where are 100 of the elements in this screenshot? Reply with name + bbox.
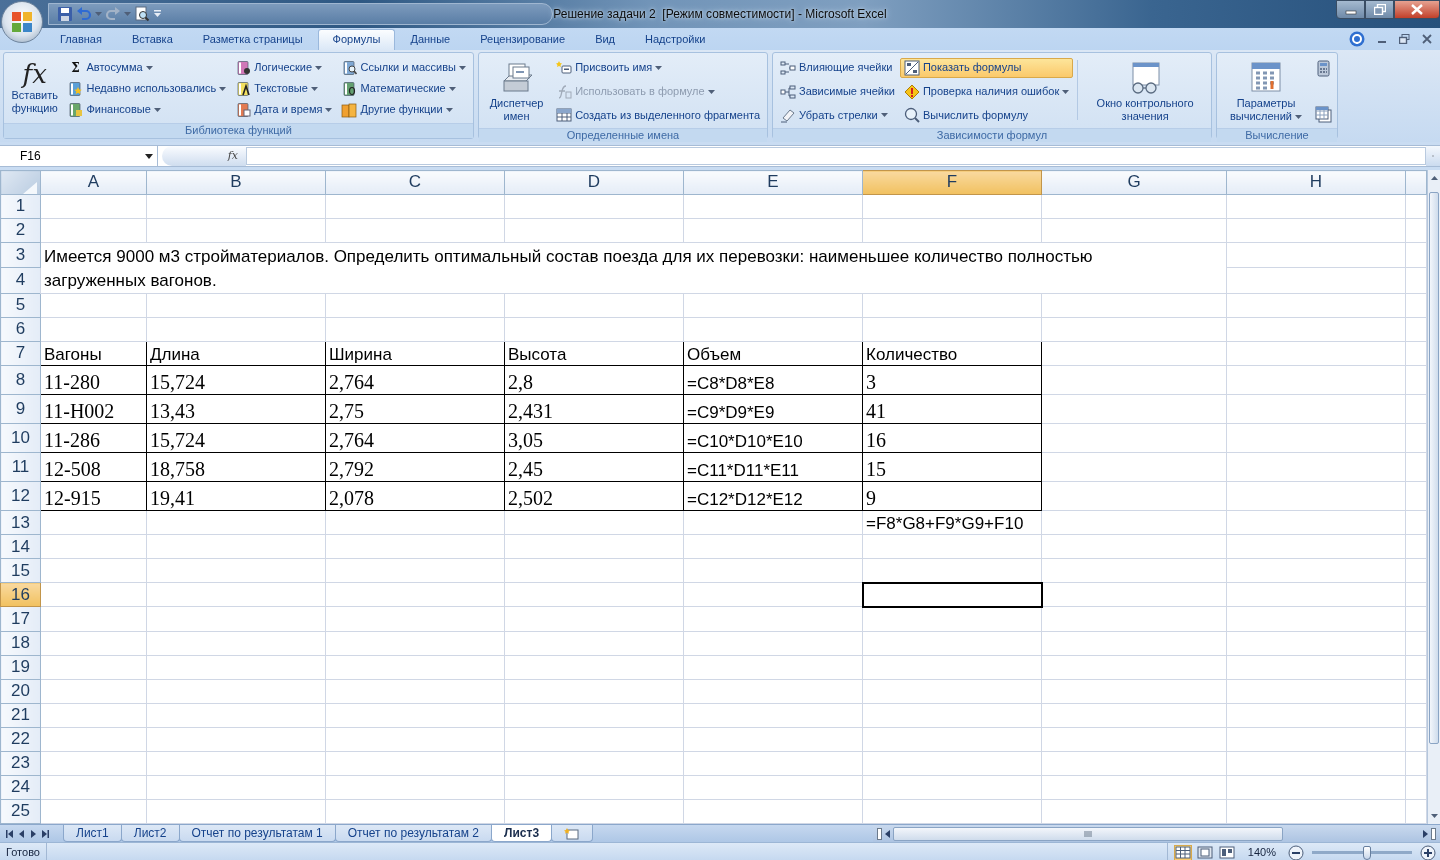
customize-caret-icon[interactable]	[153, 10, 162, 18]
ribbon-tab[interactable]: Надстройки	[630, 28, 721, 50]
table-cell: =C10*D10*E10	[683, 423, 863, 453]
left-arrow-icon[interactable]	[885, 829, 891, 838]
zoom-level[interactable]: 140%	[1247, 845, 1276, 860]
ribbon-tab[interactable]: Рецензирование	[465, 28, 581, 50]
ribbon-tab[interactable]: Вид	[580, 28, 631, 50]
insert-function-button[interactable]: fx	[162, 146, 246, 166]
ribbon-button[interactable]: Σ Автосумма	[63, 58, 231, 78]
office-logo-icon	[10, 10, 34, 34]
next-sheet-icon[interactable]	[30, 829, 37, 838]
ribbon-tab[interactable]: Главная	[45, 28, 117, 50]
table-cell: 2,8	[504, 365, 684, 395]
insert-sheet-button[interactable]	[551, 825, 594, 842]
close-icon	[1411, 4, 1423, 15]
book-icon	[341, 81, 358, 97]
table-cell: Объем	[683, 341, 863, 366]
row-header: 19	[0, 655, 41, 680]
table-cell: 13,43	[146, 394, 326, 424]
view-button[interactable]	[1217, 844, 1236, 860]
ribbon-button[interactable]: Показать формулы	[899, 58, 1074, 78]
table-cell: 12-508	[40, 452, 147, 482]
ribbon-button[interactable]: Другие функции	[337, 100, 470, 120]
ribbon-button[interactable]: Зависимые ячейки	[776, 81, 899, 102]
ribbon-button[interactable]: Недавно использовались	[63, 79, 231, 99]
split-handle-icon[interactable]	[1431, 827, 1436, 840]
row-header: 21	[0, 703, 41, 728]
ribbon-button[interactable]: Дата и время	[231, 100, 337, 120]
column-header: H	[1226, 170, 1406, 195]
ribbon-button[interactable]: Вычислить формулу	[899, 105, 1074, 126]
minimize-button[interactable]	[1336, 0, 1365, 19]
first-sheet-icon[interactable]	[6, 829, 13, 838]
table-cell: Количество	[862, 341, 1042, 366]
warning-icon	[903, 83, 920, 100]
table-icon	[556, 107, 573, 124]
view-button[interactable]	[1195, 844, 1214, 860]
table-cell: 3	[862, 365, 1042, 395]
close-button[interactable]	[1394, 0, 1440, 19]
sheet-tab[interactable]: Отчет по результатам 1	[178, 825, 336, 842]
row-header: 23	[0, 751, 41, 776]
ribbon-button[interactable]: Ссылки и массивы	[337, 58, 470, 78]
ribbon-button[interactable]: Параметры вычислений	[1220, 58, 1312, 126]
ribbon-tab[interactable]: Данные	[395, 28, 466, 50]
ribbon-button[interactable]: Проверка наличия ошибок	[899, 81, 1074, 102]
caret-icon	[310, 87, 318, 91]
ribbon-button[interactable]: Логические	[231, 58, 337, 78]
caret-icon	[153, 108, 161, 112]
slider-thumb[interactable]	[1363, 845, 1371, 860]
sheet-tab[interactable]: Лист2	[120, 825, 180, 842]
sheet-tab[interactable]: Отчет по результатам 2	[334, 825, 493, 842]
scroll-thumb[interactable]	[893, 826, 1284, 841]
ribbon-tab[interactable]: Разметка страницы	[187, 28, 318, 50]
right-arrow-icon[interactable]	[1423, 829, 1428, 838]
ribbon-tab[interactable]: Формулы	[317, 28, 396, 50]
close-icon[interactable]	[1422, 34, 1432, 44]
column-header: F	[862, 170, 1042, 195]
row-header: 12	[0, 481, 41, 511]
help-icon[interactable]	[1349, 31, 1365, 47]
sheet-tab[interactable]: Лист3	[491, 825, 553, 842]
sheet-tab[interactable]: Лист1	[63, 825, 122, 842]
row-header: 1	[0, 194, 41, 219]
scroll-thumb[interactable]	[1429, 192, 1439, 744]
previous-sheet-icon[interactable]	[18, 829, 25, 838]
ribbon-button[interactable]: Присвоить имя	[552, 58, 764, 78]
ribbon-button[interactable]: Математические	[337, 79, 470, 99]
restore-button[interactable]	[1365, 0, 1394, 19]
caret-icon	[325, 108, 333, 112]
ribbon-button[interactable]: Окно контрольного значения	[1082, 58, 1208, 126]
table-cell: 16	[862, 423, 1042, 453]
ribbon-icon-button[interactable]	[1313, 104, 1334, 126]
table-cell: =C9*D9*E9	[683, 394, 863, 424]
view-button[interactable]	[1173, 844, 1192, 860]
caret-icon	[145, 66, 153, 70]
row-header: 24	[0, 775, 41, 800]
ribbon-button[interactable]: Влияющие ячейки	[776, 58, 899, 78]
save-icon[interactable]	[57, 6, 73, 22]
normal-view-icon	[1174, 846, 1191, 859]
ribbon-button[interactable]: fx Вставить функцию	[7, 58, 63, 118]
print-preview-icon[interactable]	[134, 6, 150, 22]
table-cell: Вагоны	[40, 341, 147, 366]
last-sheet-icon[interactable]	[42, 829, 49, 838]
row-header: 10	[0, 423, 41, 453]
ribbon-tab[interactable]: Вставка	[116, 28, 188, 50]
ribbon-button[interactable]: Убрать стрелки	[776, 105, 899, 126]
table-cell: 11-Н002	[40, 394, 147, 424]
row-header: 4	[0, 268, 41, 294]
split-handle-icon[interactable]	[877, 827, 883, 840]
selected-cell[interactable]	[862, 582, 1042, 607]
name-box[interactable]: F16	[0, 146, 158, 166]
ribbon-button[interactable]: Финансовые	[63, 100, 231, 120]
zoom-out-icon[interactable]	[1288, 844, 1304, 860]
table-cell: 18,758	[146, 452, 326, 482]
note-text: Имеется 9000 м3 стройматериалов. Определить оптимальный состав поезда для их перевозки: наименьшее количество полностью загруженных вагонов.	[40, 242, 1227, 294]
ribbon-button[interactable]: Диспетчер имен	[482, 58, 552, 126]
book-icon	[67, 102, 84, 118]
ribbon-button[interactable]: Текстовые	[231, 79, 337, 99]
zoom-in-icon[interactable]	[1420, 844, 1436, 860]
formula-input[interactable]	[246, 147, 1426, 165]
ribbon-button[interactable]: Создать из выделенного фрагмента	[552, 105, 764, 126]
restore-icon[interactable]	[1399, 34, 1410, 44]
